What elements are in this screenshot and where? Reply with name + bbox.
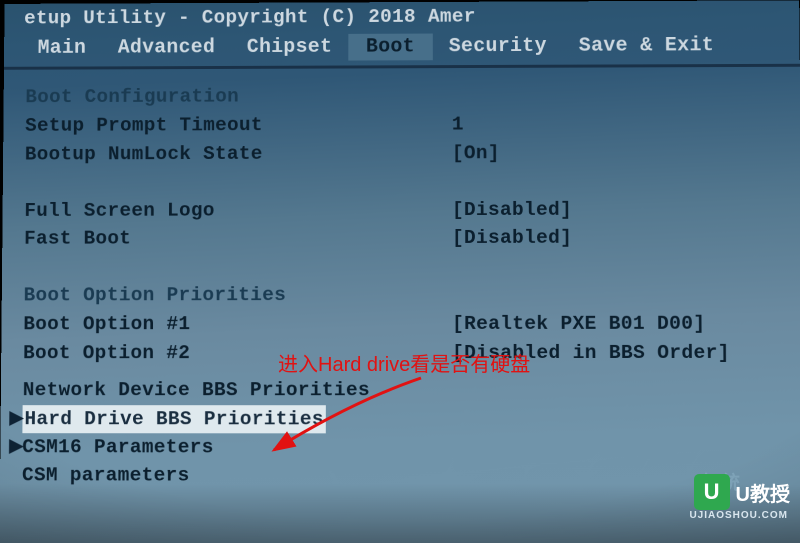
bootup-numlock-label: Bootup NumLock State [25,139,452,169]
menu-security[interactable]: Security [433,33,563,60]
watermark-url: UJIAOSHOU.COM [689,510,788,521]
full-screen-logo-value[interactable]: [Disabled] [452,195,781,225]
watermark-logo: U U教授 [694,474,790,510]
setup-prompt-timeout-value[interactable]: 1 [452,109,781,139]
boot-option-1-label: Boot Option #1 [23,310,452,339]
menu-chipset[interactable]: Chipset [231,34,348,61]
fast-boot-label: Fast Boot [24,224,452,253]
boot-option-1-value[interactable]: [Realtek PXE B01 D00] [452,310,782,339]
menu-main[interactable]: Main [22,35,102,62]
boot-configuration-heading: Boot Configuration [25,82,452,112]
fast-boot-value[interactable]: [Disabled] [452,224,781,253]
annotation-text: 进入Hard drive看是否有硬盘 [278,348,530,377]
setup-prompt-timeout-label: Setup Prompt Timeout [25,111,452,141]
selection-caret-icon: ▶ [9,406,23,432]
utility-title: etup Utility - Copyright (C) 2018 Amer [24,6,476,30]
annotation-arrow-icon [256,372,436,462]
title-bar: etup Utility - Copyright (C) 2018 Amer [4,0,799,32]
bootup-numlock-value[interactable]: [On] [452,138,781,168]
submenu-caret-icon: ▶ [9,434,23,460]
menu-boot[interactable]: Boot [348,34,433,61]
menu-save-exit[interactable]: Save & Exit [563,32,731,59]
bottom-shade [0,483,800,543]
watermark-brand: U教授 [736,478,790,507]
shield-icon: U [694,474,730,510]
full-screen-logo-label: Full Screen Logo [24,196,452,226]
boot-option-priorities-heading: Boot Option Priorities [23,281,452,310]
menu-advanced[interactable]: Advanced [102,34,231,61]
menu-bar: Main Advanced Chipset Boot Security Save… [4,29,800,70]
